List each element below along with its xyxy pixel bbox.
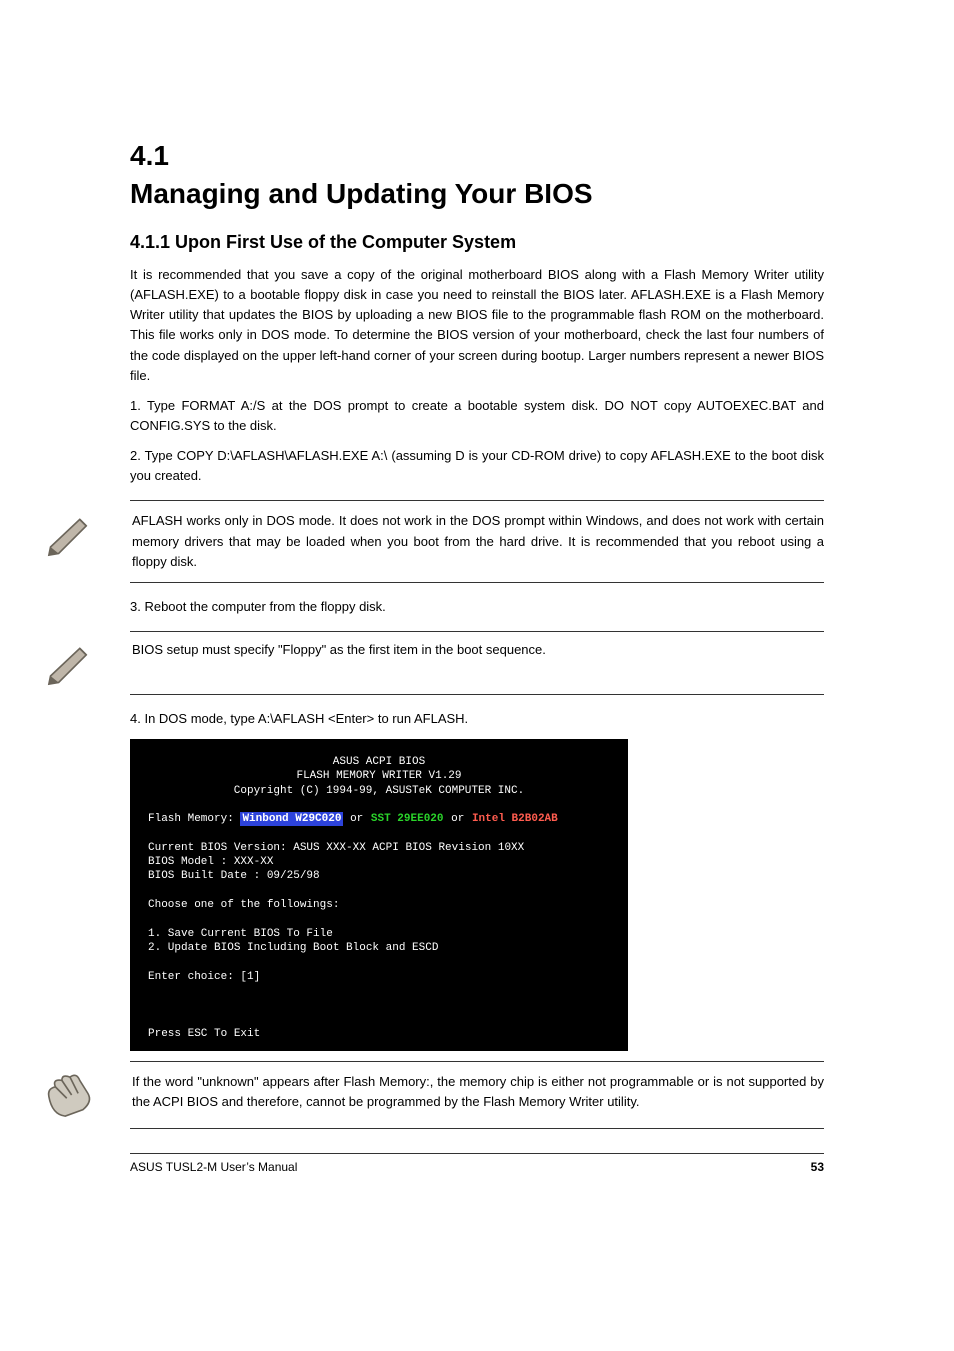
page-footer: ASUS TUSL2-M User’s Manual 53 <box>130 1153 824 1174</box>
pencil-icon <box>44 511 96 557</box>
pencil-icon <box>44 640 96 686</box>
bios-model-line: BIOS Model : XXX-XX <box>148 855 610 869</box>
bios-flash-label: Flash Memory: <box>148 813 234 825</box>
step-3: 3. Reboot the computer from the floppy d… <box>130 597 824 617</box>
page-number: 53 <box>811 1160 824 1174</box>
note-block-3: If the word "unknown" appears after Flas… <box>130 1061 824 1129</box>
bios-choose-line: Choose one of the followings: <box>148 898 610 912</box>
bios-h1: ASUS ACPI BIOS <box>148 755 610 769</box>
hand-icon <box>44 1072 96 1118</box>
bios-flash-or-2: or <box>451 813 464 825</box>
note-3-text: If the word "unknown" appears after Flas… <box>132 1072 824 1112</box>
bios-screenshot: ASUS ACPI BIOS FLASH MEMORY WRITER V1.29… <box>130 739 628 1051</box>
section-title: Managing and Updating Your BIOS <box>130 178 824 210</box>
bios-h3: Copyright (C) 1994-99, ASUSTeK COMPUTER … <box>148 784 610 798</box>
step-1: 1. Type FORMAT A:/S at the DOS prompt to… <box>130 396 824 436</box>
note-block-1: AFLASH works only in DOS mode. It does n… <box>130 500 824 582</box>
bios-esc-line: Press ESC To Exit <box>148 1027 610 1041</box>
bios-flash-opt-1: Winbond W29C020 <box>240 812 343 826</box>
footer-left: ASUS TUSL2-M User’s Manual <box>130 1160 297 1174</box>
step-4: 4. In DOS mode, type A:\AFLASH <Enter> t… <box>130 709 824 729</box>
bios-flash-opt-2: SST 29EE020 <box>370 813 445 825</box>
note-1-text: AFLASH works only in DOS mode. It does n… <box>132 511 824 571</box>
step-2: 2. Type COPY D:\AFLASH\AFLASH.EXE A:\ (a… <box>130 446 824 486</box>
bios-flash-line: Flash Memory: Winbond W29C020 or SST 29E… <box>148 812 610 826</box>
bios-date-line: BIOS Built Date : 09/25/98 <box>148 869 610 883</box>
note-2-text: BIOS setup must specify "Floppy" as the … <box>132 640 546 660</box>
bios-option-2: 2. Update BIOS Including Boot Block and … <box>148 941 610 955</box>
bios-flash-opt-3: Intel B2B02AB <box>471 813 559 825</box>
bios-flash-or-1: or <box>350 813 363 825</box>
subsection-heading: 4.1.1 Upon First Use of the Computer Sys… <box>130 232 824 253</box>
section-number: 4.1 <box>130 140 824 172</box>
bios-enter-choice: Enter choice: [1] <box>148 970 610 984</box>
bios-h2: FLASH MEMORY WRITER V1.29 <box>148 769 610 783</box>
note-block-2: BIOS setup must specify "Floppy" as the … <box>130 631 824 695</box>
bios-option-1: 1. Save Current BIOS To File <box>148 927 610 941</box>
bios-version-line: Current BIOS Version: ASUS XXX-XX ACPI B… <box>148 841 610 855</box>
intro-paragraph: It is recommended that you save a copy o… <box>130 265 824 386</box>
